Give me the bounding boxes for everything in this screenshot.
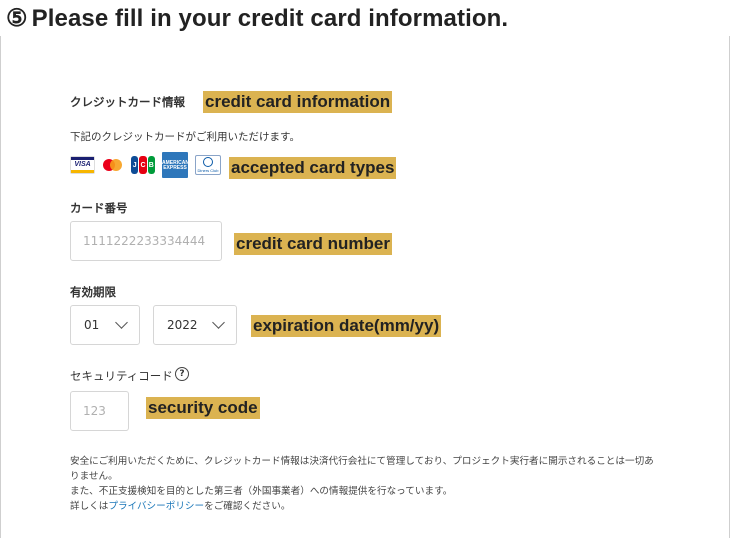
annotation-security-code: security code — [146, 397, 260, 419]
fine-print-line-2: りません。 — [70, 471, 118, 482]
section-title: クレジットカード情報 — [70, 95, 185, 109]
annotation-card-number: credit card number — [234, 233, 392, 255]
heading-text: Please fill in your credit card informat… — [31, 5, 509, 32]
page-heading: ⑤ Please fill in your credit card informa… — [6, 4, 508, 33]
card-number-input[interactable] — [71, 222, 221, 260]
card-number-label: カード番号 — [70, 201, 128, 215]
mastercard-icon — [102, 156, 124, 174]
fine-print-line-3: また、不正支援検知を目的とした第三者（外国事業者）への情報提供を行なっています。 — [70, 486, 453, 497]
privacy-policy-link[interactable]: プライバシーポリシー — [108, 501, 204, 512]
security-code-label: セキュリティコード — [70, 369, 173, 383]
accepted-cards: VISA JCB AMERICAN EXPRESS Diners Club — [70, 152, 221, 178]
expiry-month-value: 01 — [84, 318, 100, 332]
fine-print-prefix: 詳しくは — [70, 501, 109, 512]
expiry-label: 有効期限 — [70, 285, 116, 299]
annotation-expiration: expiration date(mm/yy) — [251, 315, 442, 337]
security-code-input[interactable] — [71, 392, 128, 430]
annotation-accepted-cards: accepted card types — [229, 157, 397, 179]
amex-icon: AMERICAN EXPRESS — [162, 152, 189, 178]
expiry-year-select[interactable]: 2022 — [153, 305, 237, 345]
help-icon[interactable]: ? — [175, 367, 189, 381]
expiry-year-value: 2022 — [167, 318, 198, 332]
security-code-field — [70, 391, 129, 431]
visa-icon: VISA — [70, 156, 95, 174]
fine-print-suffix: をご確認ください。 — [204, 501, 291, 512]
chevron-down-icon — [212, 316, 225, 329]
cards-note: 下記のクレジットカードがご利用いただけます。 — [70, 131, 300, 143]
diners-icon: Diners Club — [195, 155, 221, 175]
fine-print-line-4: 詳しくはプライバシーポリシーをご確認ください。 — [70, 500, 290, 514]
card-number-field — [70, 221, 222, 261]
jcb-icon: JCB — [131, 156, 155, 174]
chevron-down-icon — [115, 316, 128, 329]
fine-print-line-1: 安全にご利用いただくために、クレジットカード情報は決済代行会社にて管理しており、… — [70, 456, 654, 467]
expiry-month-select[interactable]: 01 — [70, 305, 140, 345]
step-number: ⑤ — [6, 5, 28, 32]
annotation-credit-card-info: credit card information — [203, 91, 393, 113]
